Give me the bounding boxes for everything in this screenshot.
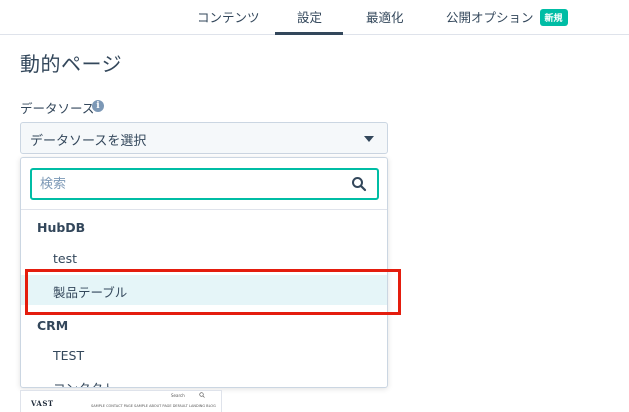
caret-down-icon <box>364 136 374 142</box>
page-title: 動的ページ <box>20 52 123 76</box>
search-box <box>30 168 379 200</box>
new-badge: 新規 <box>539 9 568 26</box>
option-TEST[interactable]: TEST <box>21 341 387 371</box>
tab-settings[interactable]: 設定 <box>297 7 322 26</box>
data-source-label: データソース <box>20 101 95 116</box>
highlight-annotation-box <box>25 269 401 315</box>
preview-search-icon <box>199 392 205 398</box>
dropdown-search-area <box>21 158 387 210</box>
preview-nav: SAMPLE CONTACT PAGE SAMPLE ABOUT PAGE DE… <box>91 404 216 408</box>
group-header-hubdb: HubDB <box>37 220 86 235</box>
data-source-select[interactable]: データソースを選択 <box>20 122 388 154</box>
search-input[interactable] <box>40 175 340 193</box>
info-icon[interactable]: i <box>92 100 104 112</box>
option-label: コンタクト <box>53 378 116 387</box>
search-icon[interactable] <box>351 176 367 192</box>
tab-content[interactable]: コンテンツ <box>197 7 260 26</box>
data-source-selected-value: データソースを選択 <box>30 134 147 149</box>
option-label: TEST <box>53 348 85 363</box>
tab-publish-options[interactable]: 公開オプション 新規 <box>446 7 568 26</box>
option-contact[interactable]: コンタクト <box>21 371 387 387</box>
page-preview-thumbnail: VAST Search SAMPLE CONTACT PAGE SAMPLE A… <box>20 390 222 412</box>
preview-logo: VAST <box>31 399 54 408</box>
preview-search-label: Search <box>171 393 185 398</box>
top-tab-bar: コンテンツ 設定 最適化 公開オプション 新規 <box>0 0 629 35</box>
active-tab-indicator <box>275 32 343 35</box>
group-header-crm: CRM <box>37 318 69 333</box>
tab-optimize[interactable]: 最適化 <box>366 7 404 26</box>
tab-publish-options-label: 公開オプション <box>446 10 534 25</box>
option-label: test <box>53 251 78 266</box>
